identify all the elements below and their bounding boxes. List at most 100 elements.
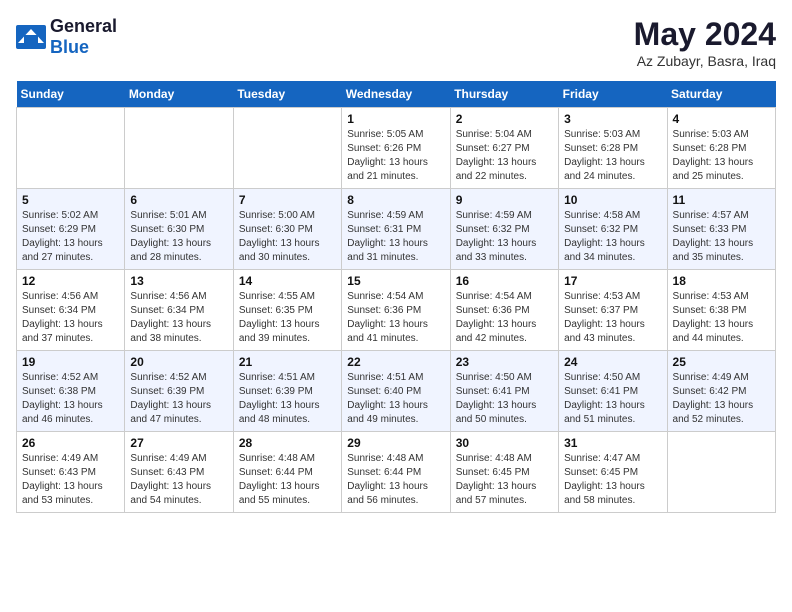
day-number: 6 [130,193,227,207]
day-of-week-header: Wednesday [342,81,450,108]
calendar-day-cell: 1 Sunrise: 5:05 AM Sunset: 6:26 PM Daylig… [342,108,450,189]
day-info: Sunrise: 4:56 AM Sunset: 6:34 PM Dayligh… [130,290,227,346]
calendar-day-cell [17,108,125,189]
day-number: 29 [347,436,444,450]
day-info: Sunrise: 4:58 AM Sunset: 6:32 PM Dayligh… [564,209,661,265]
day-number: 13 [130,274,227,288]
day-number: 25 [673,355,770,369]
day-number: 12 [22,274,119,288]
page-title: May 2024 [634,16,776,53]
day-number: 21 [239,355,336,369]
calendar-day-cell: 18 Sunrise: 4:53 AM Sunset: 6:38 PM Dayli… [667,270,775,351]
day-number: 24 [564,355,661,369]
day-info: Sunrise: 5:05 AM Sunset: 6:26 PM Dayligh… [347,128,444,184]
day-info: Sunrise: 4:57 AM Sunset: 6:33 PM Dayligh… [673,209,770,265]
day-info: Sunrise: 4:56 AM Sunset: 6:34 PM Dayligh… [22,290,119,346]
calendar-day-cell: 16 Sunrise: 4:54 AM Sunset: 6:36 PM Dayli… [450,270,558,351]
day-info: Sunrise: 4:54 AM Sunset: 6:36 PM Dayligh… [347,290,444,346]
day-info: Sunrise: 4:52 AM Sunset: 6:39 PM Dayligh… [130,371,227,427]
calendar-day-cell: 3 Sunrise: 5:03 AM Sunset: 6:28 PM Daylig… [559,108,667,189]
calendar-day-cell [125,108,233,189]
calendar-day-cell: 15 Sunrise: 4:54 AM Sunset: 6:36 PM Dayli… [342,270,450,351]
calendar-day-cell: 6 Sunrise: 5:01 AM Sunset: 6:30 PM Daylig… [125,189,233,270]
day-info: Sunrise: 5:01 AM Sunset: 6:30 PM Dayligh… [130,209,227,265]
calendar-day-cell: 26 Sunrise: 4:49 AM Sunset: 6:43 PM Dayli… [17,432,125,513]
day-info: Sunrise: 5:02 AM Sunset: 6:29 PM Dayligh… [22,209,119,265]
day-info: Sunrise: 4:54 AM Sunset: 6:36 PM Dayligh… [456,290,553,346]
calendar-day-cell: 12 Sunrise: 4:56 AM Sunset: 6:34 PM Dayli… [17,270,125,351]
day-number: 7 [239,193,336,207]
calendar-day-cell: 25 Sunrise: 4:49 AM Sunset: 6:42 PM Dayli… [667,351,775,432]
day-info: Sunrise: 4:51 AM Sunset: 6:40 PM Dayligh… [347,371,444,427]
day-number: 14 [239,274,336,288]
day-info: Sunrise: 4:48 AM Sunset: 6:45 PM Dayligh… [456,452,553,508]
calendar-day-cell: 21 Sunrise: 4:51 AM Sunset: 6:39 PM Dayli… [233,351,341,432]
day-number: 17 [564,274,661,288]
day-info: Sunrise: 4:50 AM Sunset: 6:41 PM Dayligh… [456,371,553,427]
day-of-week-header: Saturday [667,81,775,108]
calendar-week-row: 26 Sunrise: 4:49 AM Sunset: 6:43 PM Dayli… [17,432,776,513]
day-of-week-header: Thursday [450,81,558,108]
day-info: Sunrise: 4:59 AM Sunset: 6:32 PM Dayligh… [456,209,553,265]
day-info: Sunrise: 4:51 AM Sunset: 6:39 PM Dayligh… [239,371,336,427]
day-info: Sunrise: 4:53 AM Sunset: 6:38 PM Dayligh… [673,290,770,346]
day-number: 10 [564,193,661,207]
header: General Blue May 2024 Az Zubayr, Basra, … [16,16,776,69]
day-of-week-header: Tuesday [233,81,341,108]
day-number: 15 [347,274,444,288]
day-number: 4 [673,112,770,126]
day-info: Sunrise: 4:53 AM Sunset: 6:37 PM Dayligh… [564,290,661,346]
calendar-day-cell: 13 Sunrise: 4:56 AM Sunset: 6:34 PM Dayli… [125,270,233,351]
day-of-week-header: Sunday [17,81,125,108]
calendar-body: 1 Sunrise: 5:05 AM Sunset: 6:26 PM Daylig… [17,108,776,513]
calendar-day-cell: 19Sunrise: 4:52 AM Sunset: 6:38 PM Dayli… [17,351,125,432]
day-number: 8 [347,193,444,207]
day-info: Sunrise: 4:48 AM Sunset: 6:44 PM Dayligh… [239,452,336,508]
calendar-day-cell: 17 Sunrise: 4:53 AM Sunset: 6:37 PM Dayli… [559,270,667,351]
day-info: Sunrise: 4:59 AM Sunset: 6:31 PM Dayligh… [347,209,444,265]
day-info: Sunrise: 5:03 AM Sunset: 6:28 PM Dayligh… [564,128,661,184]
day-number: 3 [564,112,661,126]
day-info: Sunrise: 4:47 AM Sunset: 6:45 PM Dayligh… [564,452,661,508]
calendar-day-cell: 8 Sunrise: 4:59 AM Sunset: 6:31 PM Daylig… [342,189,450,270]
day-info: Sunrise: 5:04 AM Sunset: 6:27 PM Dayligh… [456,128,553,184]
calendar-day-cell: 30Sunrise: 4:48 AM Sunset: 6:45 PM Dayli… [450,432,558,513]
day-number: 31 [564,436,661,450]
logo: General Blue [16,16,117,58]
calendar-day-cell: 24 Sunrise: 4:50 AM Sunset: 6:41 PM Dayli… [559,351,667,432]
day-number: 18 [673,274,770,288]
day-number: 16 [456,274,553,288]
day-number: 23 [456,355,553,369]
calendar-header-row: SundayMondayTuesdayWednesdayThursdayFrid… [17,81,776,108]
day-of-week-header: Monday [125,81,233,108]
calendar-day-cell [233,108,341,189]
day-info: Sunrise: 4:55 AM Sunset: 6:35 PM Dayligh… [239,290,336,346]
day-info: Sunrise: 4:49 AM Sunset: 6:43 PM Dayligh… [130,452,227,508]
calendar-week-row: 12 Sunrise: 4:56 AM Sunset: 6:34 PM Dayli… [17,270,776,351]
day-number: 28 [239,436,336,450]
day-info: Sunrise: 5:00 AM Sunset: 6:30 PM Dayligh… [239,209,336,265]
day-number: 20 [130,355,227,369]
day-number: 1 [347,112,444,126]
logo-blue-text: Blue [50,37,89,57]
day-info: Sunrise: 4:50 AM Sunset: 6:41 PM Dayligh… [564,371,661,427]
calendar-week-row: 5 Sunrise: 5:02 AM Sunset: 6:29 PM Daylig… [17,189,776,270]
day-info: Sunrise: 4:49 AM Sunset: 6:42 PM Dayligh… [673,371,770,427]
page-subtitle: Az Zubayr, Basra, Iraq [634,53,776,69]
day-number: 11 [673,193,770,207]
title-area: May 2024 Az Zubayr, Basra, Iraq [634,16,776,69]
calendar-day-cell: 28 Sunrise: 4:48 AM Sunset: 6:44 PM Dayli… [233,432,341,513]
day-number: 19 [22,355,119,369]
calendar-day-cell: 4Sunrise: 5:03 AM Sunset: 6:28 PM Daylig… [667,108,775,189]
day-number: 9 [456,193,553,207]
calendar-week-row: 19Sunrise: 4:52 AM Sunset: 6:38 PM Dayli… [17,351,776,432]
calendar-day-cell: 31 Sunrise: 4:47 AM Sunset: 6:45 PM Dayli… [559,432,667,513]
calendar-day-cell: 22Sunrise: 4:51 AM Sunset: 6:40 PM Dayli… [342,351,450,432]
day-info: Sunrise: 4:49 AM Sunset: 6:43 PM Dayligh… [22,452,119,508]
day-number: 2 [456,112,553,126]
day-number: 5 [22,193,119,207]
logo-general-text: General [50,16,117,36]
calendar-day-cell: 23 Sunrise: 4:50 AM Sunset: 6:41 PM Dayli… [450,351,558,432]
calendar-day-cell: 20 Sunrise: 4:52 AM Sunset: 6:39 PM Dayli… [125,351,233,432]
day-number: 26 [22,436,119,450]
